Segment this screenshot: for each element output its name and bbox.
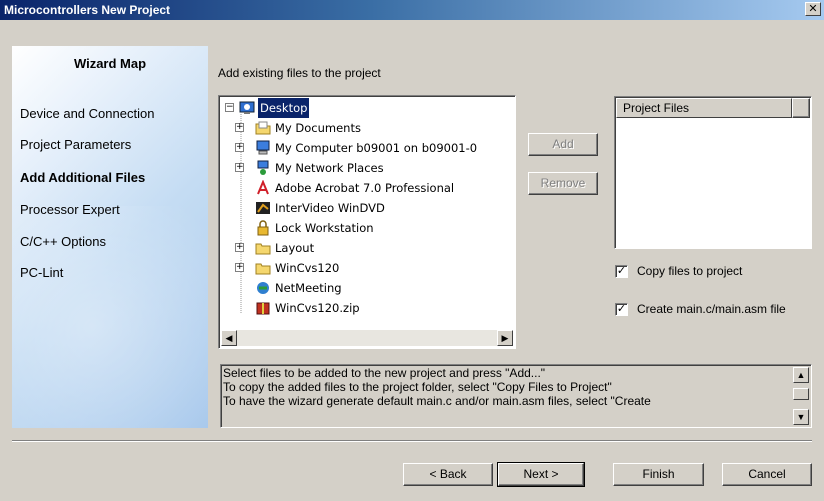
remove-button[interactable]: Remove [528,172,598,195]
cancel-button[interactable]: Cancel [722,463,812,486]
add-button[interactable]: Add [528,133,598,156]
wizard-step-cpp-options[interactable]: C/C++ Options [20,234,106,249]
zip-icon [256,302,270,315]
tree-label[interactable]: NetMeeting [275,278,342,298]
network-icon [257,160,269,175]
tree-label[interactable]: My Documents [275,118,361,138]
help-text-line: Select files to be added to the new proj… [223,366,546,380]
project-files-header[interactable]: Project Files [616,98,792,118]
tree-label[interactable]: My Network Places [275,158,384,178]
tree-label[interactable]: Lock Workstation [275,218,374,238]
scroll-left-icon[interactable]: ◀ [221,330,237,346]
tree-label[interactable]: WinCvs120.zip [275,298,360,318]
wizard-step-add-additional-files[interactable]: Add Additional Files [20,170,145,185]
tree-label[interactable]: InterVideo WinDVD [275,198,385,218]
wizard-step-project-parameters[interactable]: Project Parameters [20,137,131,152]
tree-label[interactable]: Adobe Acrobat 7.0 Professional [275,178,454,198]
folder-icon [255,263,271,275]
windvd-icon [256,202,270,214]
close-button[interactable]: ✕ [805,2,821,16]
wizard-map-panel: Wizard Map Device and Connection Project… [12,46,208,428]
scroll-right-icon[interactable]: ▶ [497,330,513,346]
finish-button[interactable]: Finish [613,463,704,486]
tree-label[interactable]: Layout [275,238,314,258]
page-heading: Add existing files to the project [218,66,381,80]
project-files-header-end [792,98,810,118]
title-bar: Microcontrollers New Project ✕ [0,0,824,20]
help-text-area: Select files to be added to the new proj… [220,364,812,428]
wizard-step-device-connection[interactable]: Device and Connection [20,106,154,121]
create-main-label[interactable]: Create main.c/main.asm file [637,302,786,316]
expand-icon[interactable]: + [235,163,244,172]
tree-label[interactable]: WinCvs120 [275,258,339,278]
wizard-step-processor-expert[interactable]: Processor Expert [20,202,120,217]
help-text-line: To have the wizard generate default main… [223,394,651,408]
folder-icon [255,243,271,255]
netmeeting-icon [257,282,269,294]
tree-horizontal-scrollbar[interactable]: ◀ ▶ [221,330,513,346]
footer-separator [12,440,812,442]
acrobat-icon [257,180,269,195]
tree-label[interactable]: My Computer b09001 on b09001-0 [275,138,477,158]
scroll-down-icon[interactable]: ▼ [793,409,809,425]
expand-icon[interactable]: + [235,243,244,252]
project-files-list[interactable] [614,96,812,249]
next-button[interactable]: Next > [497,462,585,487]
create-main-checkbox[interactable]: ✓ [615,303,628,316]
copy-files-label[interactable]: Copy files to project [637,264,742,278]
wizard-map-title: Wizard Map [73,56,147,71]
copy-files-checkbox[interactable]: ✓ [615,265,628,278]
computer-icon [256,140,270,155]
window-title: Microcontrollers New Project [4,3,171,17]
help-text-line: To copy the added files to the project f… [223,380,612,394]
lock-icon [257,220,269,236]
expand-icon[interactable]: + [235,263,244,272]
back-button[interactable]: < Back [403,463,493,486]
scroll-up-icon[interactable]: ▲ [793,367,809,383]
wizard-step-pc-lint[interactable]: PC-Lint [20,265,63,280]
expand-icon[interactable]: + [235,143,244,152]
file-tree[interactable]: − Desktop + My Documents + My Computer b… [218,95,516,349]
folder-documents-icon [255,121,271,135]
scroll-thumb[interactable] [793,388,809,400]
help-text-scrollbar[interactable]: ▲ ▼ [793,367,809,425]
expand-icon[interactable]: + [235,123,244,132]
